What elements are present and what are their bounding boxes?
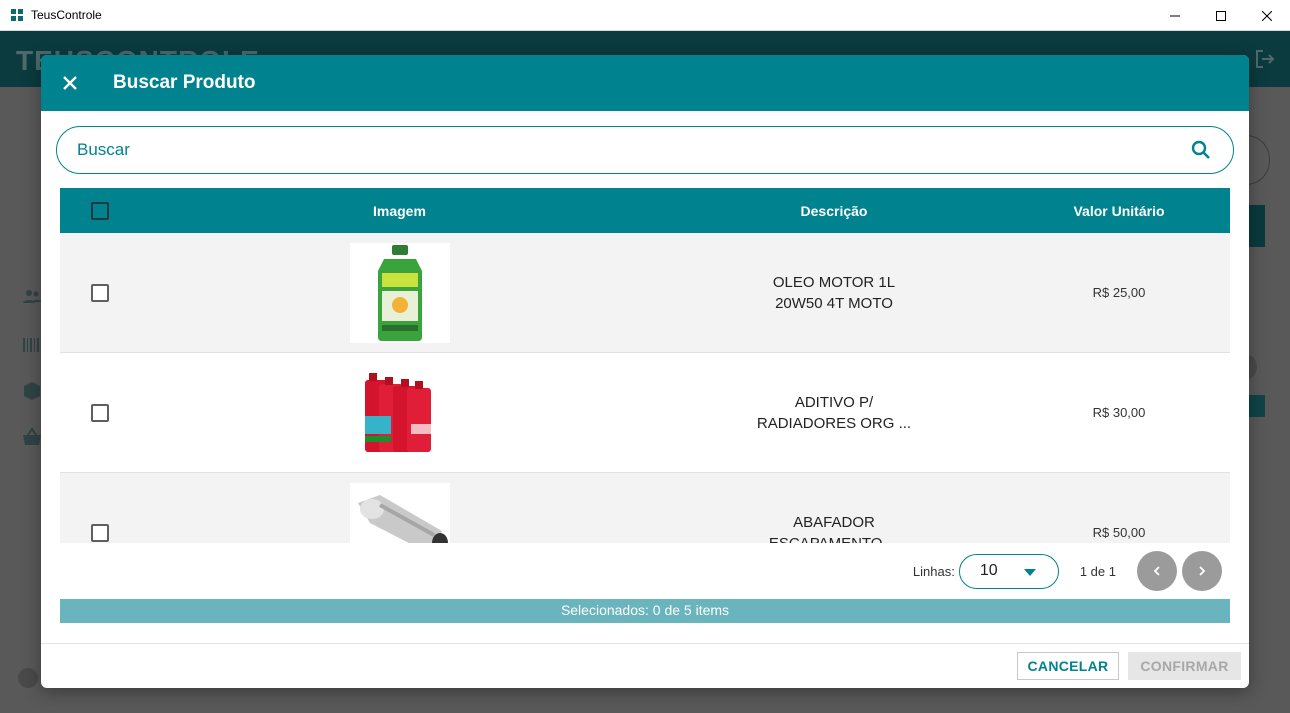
basket-icon[interactable]: [22, 427, 42, 447]
table-header: Imagem Descrição Valor Unitário: [60, 188, 1230, 233]
product-description: OLEO MOTOR 1L 20W50 4T MOTO: [660, 272, 1008, 314]
description-line: ADITIVO P/: [794, 393, 874, 411]
product-unit-value: R$ 25,00: [1092, 285, 1146, 300]
description-line: ABAFADOR: [793, 513, 875, 531]
chevron-left-icon: [1153, 566, 1160, 576]
description-line: 20W50 4T MOTO: [775, 294, 893, 312]
product-unit-value: R$ 30,00: [1092, 405, 1146, 420]
search-product-dialog: Buscar Produto Imagem Descrição Valor Un…: [41, 55, 1249, 688]
product-unit-value: R$ 50,00: [1092, 525, 1146, 540]
motor-oil-bottle-icon: [378, 244, 422, 341]
maximize-icon: [1216, 10, 1226, 21]
chevron-down-icon: [1023, 568, 1036, 576]
product-image: [350, 242, 450, 343]
select-all-checkbox[interactable]: [91, 201, 109, 220]
lines-per-page-value: 10: [979, 562, 998, 579]
background-bar: [1249, 395, 1265, 417]
row-checkbox[interactable]: [91, 523, 109, 542]
dialog-title: Buscar Produto: [113, 72, 256, 93]
product-description: ABAFADOR ESCAPAMENTO ...: [660, 512, 1008, 544]
table-row[interactable]: ABAFADOR ESCAPAMENTO ... R$ 50,00: [60, 473, 1230, 543]
table-body[interactable]: OLEO MOTOR 1L 20W50 4T MOTO R$ 25,00 ADI…: [60, 233, 1230, 543]
search-input[interactable]: [77, 140, 1189, 160]
minimize-icon: [1170, 15, 1180, 16]
products-table: Imagem Descrição Valor Unitário OLEO MOT…: [60, 188, 1230, 623]
next-page-button[interactable]: [1182, 551, 1222, 591]
window-titlebar: TeusControle: [0, 0, 1290, 31]
description-line: OLEO MOTOR 1L: [772, 273, 896, 291]
search-icon[interactable]: [1189, 138, 1213, 162]
logout-icon[interactable]: [1254, 48, 1276, 75]
column-header-image[interactable]: Imagem: [140, 203, 660, 219]
background-button: [1249, 205, 1265, 247]
dialog-header: Buscar Produto: [41, 55, 1249, 111]
confirm-button[interactable]: CONFIRMAR: [1128, 652, 1241, 680]
dialog-actions: CANCELAR CONFIRMAR: [41, 643, 1249, 688]
radiator-additive-bottles-icon: [365, 372, 431, 452]
description-line: RADIADORES ORG ...: [756, 414, 912, 432]
maximize-button[interactable]: [1198, 0, 1244, 31]
previous-page-button[interactable]: [1137, 551, 1177, 591]
cancel-button[interactable]: CANCELAR: [1017, 652, 1119, 680]
selection-count: Selecionados: 0 de 5 items: [60, 599, 1230, 623]
row-checkbox[interactable]: [91, 283, 109, 302]
lines-per-page-select[interactable]: 10: [958, 553, 1059, 589]
close-window-icon: [1262, 10, 1272, 21]
product-image: [350, 362, 450, 463]
table-row[interactable]: ADITIVO P/ RADIADORES ORG ... R$ 30,00: [60, 353, 1230, 473]
close-dialog-button[interactable]: [58, 71, 82, 95]
column-header-description[interactable]: Descrição: [660, 203, 1008, 219]
info-icon[interactable]: [18, 668, 38, 688]
minimize-button[interactable]: [1152, 0, 1198, 31]
product-image: [350, 482, 450, 543]
window-title: TeusControle: [31, 8, 102, 22]
table-row[interactable]: OLEO MOTOR 1L 20W50 4T MOTO R$ 25,00: [60, 233, 1230, 353]
box-icon[interactable]: [22, 381, 42, 401]
row-checkbox[interactable]: [91, 403, 109, 422]
lines-label: Linhas:: [912, 563, 955, 579]
muffler-icon: [358, 494, 448, 543]
users-icon[interactable]: [22, 287, 42, 307]
close-icon: [63, 76, 77, 90]
table-pagination: Linhas: 10 1 de 1: [60, 543, 1230, 599]
page-info: 1 de 1: [1079, 563, 1116, 579]
description-line: ESCAPAMENTO ...: [768, 534, 900, 544]
column-header-unit-value[interactable]: Valor Unitário: [1008, 203, 1230, 219]
search-field[interactable]: [56, 126, 1234, 174]
app-logo-icon: [10, 8, 24, 22]
product-description: ADITIVO P/ RADIADORES ORG ...: [660, 392, 1008, 434]
barcode-icon[interactable]: [22, 335, 42, 355]
chevron-right-icon: [1199, 566, 1206, 576]
close-window-button[interactable]: [1244, 0, 1290, 31]
